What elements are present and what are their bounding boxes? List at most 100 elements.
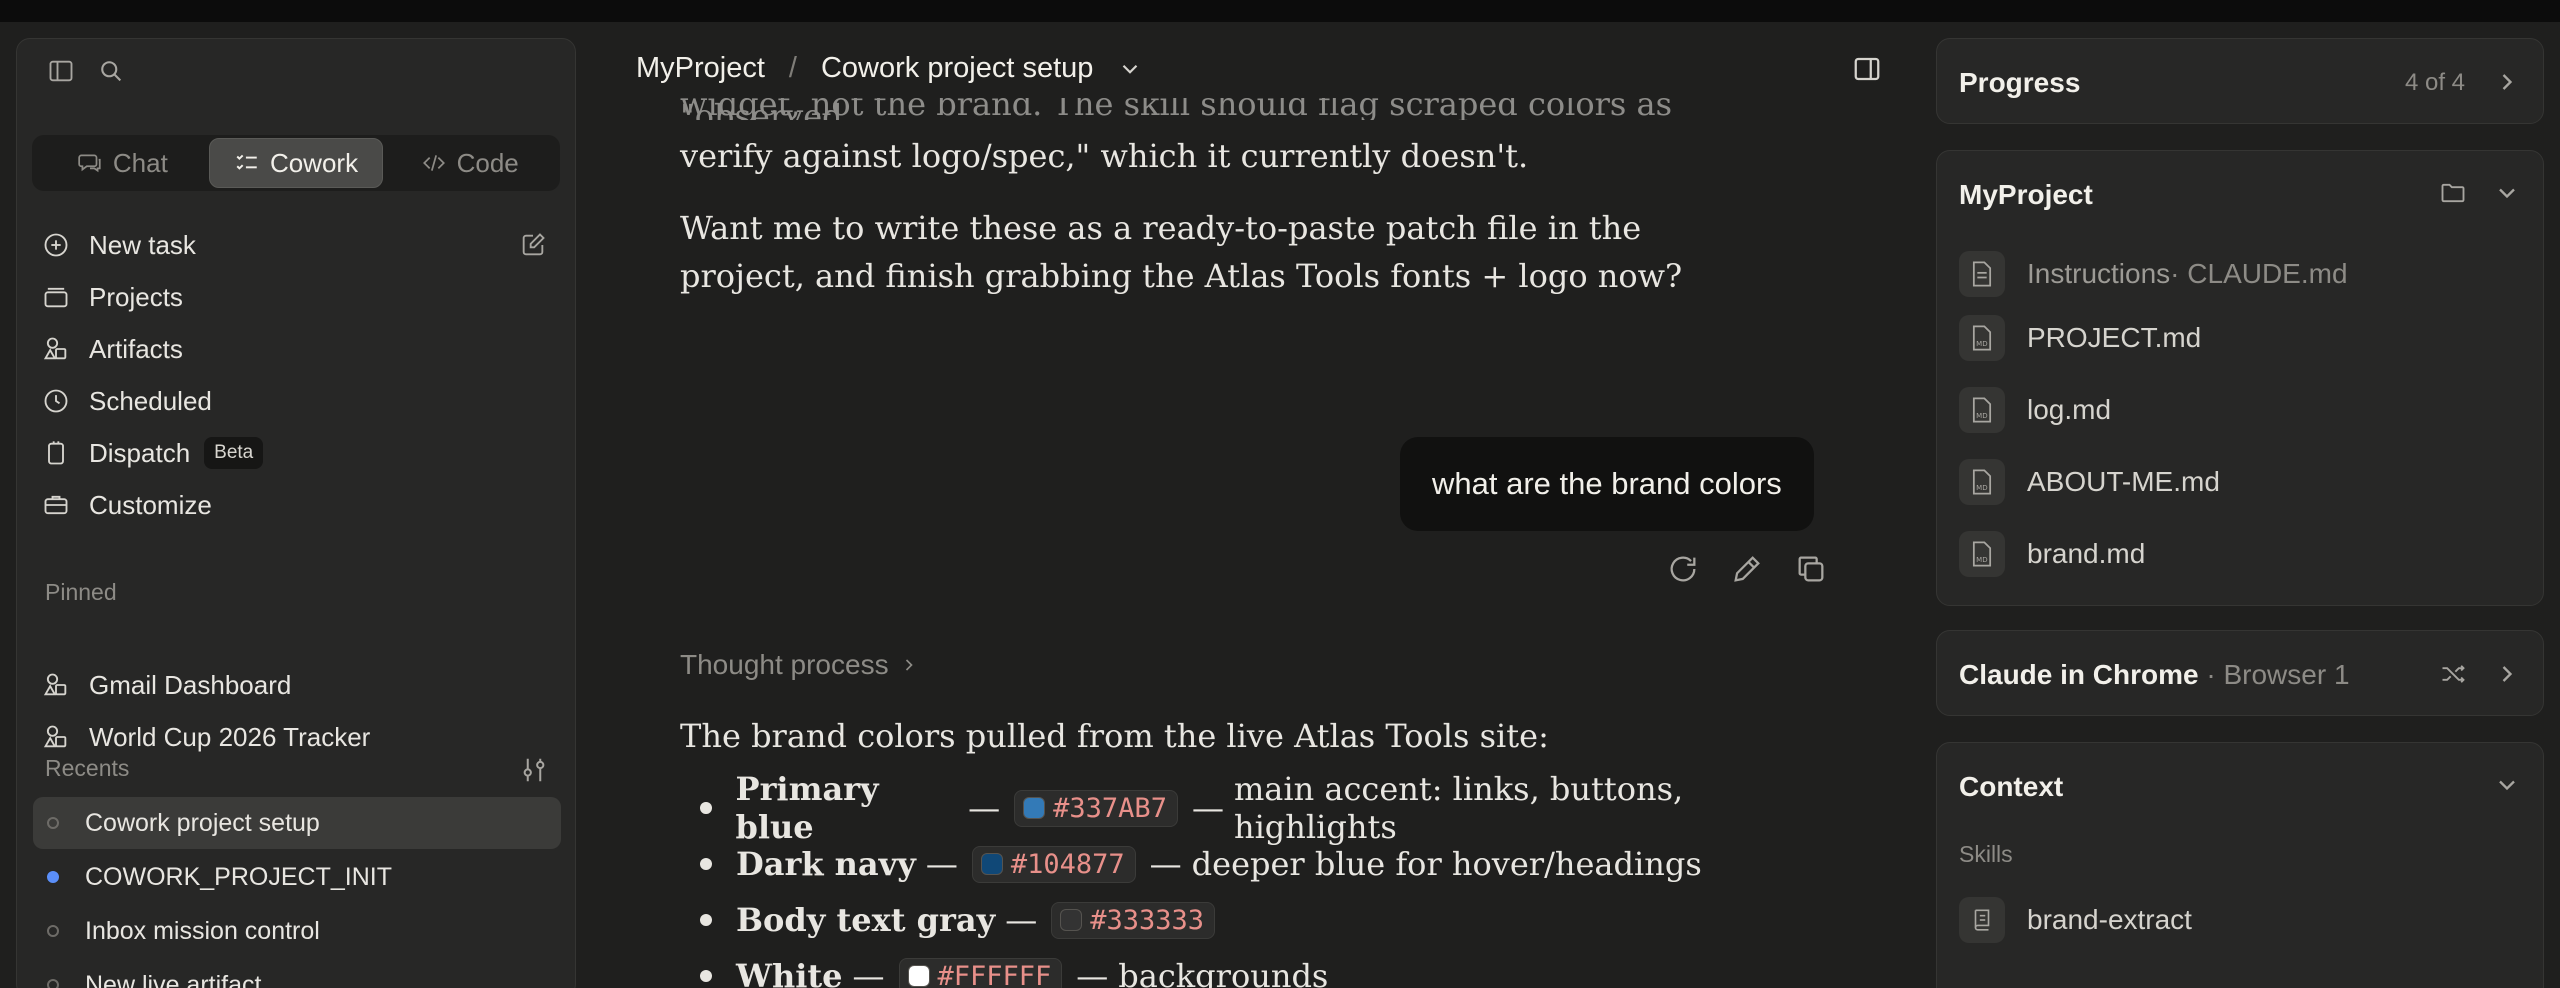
chat-icon bbox=[78, 154, 101, 173]
dash: — bbox=[1149, 845, 1182, 883]
tab-chat[interactable]: Chat bbox=[36, 138, 209, 188]
file-name: PROJECT.md bbox=[2027, 322, 2202, 353]
new-task-label: New task bbox=[89, 229, 196, 260]
window-top-bar bbox=[0, 0, 2560, 22]
sidebar: Chat Cowork Code New task Projects Artif… bbox=[16, 38, 576, 988]
file-sub: · CLAUDE.md bbox=[2170, 258, 2348, 289]
prev-message-cutoff: widget, not the brand. The skill should … bbox=[680, 98, 1673, 120]
new-task-button[interactable]: New task bbox=[41, 219, 561, 271]
list-item: Primary blue — #337AB7 — main accent: li… bbox=[680, 770, 1830, 846]
breadcrumb-project[interactable]: MyProject bbox=[636, 52, 765, 85]
file-item[interactable]: Instructions · CLAUDE.md bbox=[1959, 251, 2348, 297]
chat-main: MyProject / Cowork project setup widget,… bbox=[578, 22, 1928, 988]
search-icon[interactable] bbox=[97, 57, 125, 90]
thought-process-toggle[interactable]: Thought process bbox=[680, 649, 919, 681]
compose-icon[interactable] bbox=[519, 231, 547, 259]
progress-card[interactable]: Progress 4 of 4 bbox=[1936, 38, 2544, 124]
mode-switch: Chat Cowork Code bbox=[32, 135, 560, 191]
briefcase-icon bbox=[41, 490, 71, 520]
tab-chat-label: Chat bbox=[112, 147, 168, 178]
tab-cowork[interactable]: Cowork bbox=[208, 138, 384, 188]
chevron-down-icon[interactable] bbox=[1117, 56, 1143, 82]
skill-item[interactable]: brand-extract bbox=[1959, 897, 2192, 943]
shapes-icon bbox=[41, 722, 71, 752]
prev-message-text: verify against logo/spec," which it curr… bbox=[680, 137, 1529, 175]
scroll-icon bbox=[1959, 897, 2005, 943]
status-dot bbox=[47, 817, 59, 829]
sidebar-nav: New task Projects Artifacts Scheduled Di… bbox=[41, 219, 561, 531]
color-swatch bbox=[1060, 909, 1083, 931]
bullet bbox=[700, 970, 712, 982]
dash: — bbox=[1191, 789, 1224, 827]
recent-item[interactable]: COWORK_PROJECT_INIT bbox=[33, 851, 561, 903]
shapes-icon bbox=[41, 670, 71, 700]
file-item[interactable]: MD ABOUT-ME.md bbox=[1959, 459, 2220, 505]
folder-icon[interactable] bbox=[2439, 179, 2467, 207]
color-hex: #FFFFFF bbox=[937, 960, 1052, 988]
markdown-file-icon: MD bbox=[1959, 531, 2005, 577]
file-item[interactable]: MD log.md bbox=[1959, 387, 2111, 433]
recent-item[interactable]: Cowork project setup bbox=[33, 797, 561, 849]
color-code-chip: #333333 bbox=[1051, 901, 1215, 939]
breadcrumb-separator: / bbox=[788, 52, 797, 84]
sidebar-item-scheduled[interactable]: Scheduled bbox=[41, 375, 561, 427]
recent-item[interactable]: Inbox mission control bbox=[33, 905, 561, 957]
right-panel-toggle-icon[interactable] bbox=[1852, 54, 1882, 84]
file-item[interactable]: MD PROJECT.md bbox=[1959, 315, 2201, 361]
recent-item-label: COWORK_PROJECT_INIT bbox=[85, 862, 392, 891]
svg-text:MD: MD bbox=[1976, 412, 1987, 420]
file-name: log.md bbox=[2027, 394, 2112, 425]
breadcrumb-chat-title[interactable]: Cowork project setup bbox=[821, 52, 1093, 85]
chrome-card-title: Claude in Chrome · Browser 1 bbox=[1959, 659, 2350, 691]
prev-message-question: Want me to write these as a ready-to-pas… bbox=[680, 209, 1683, 295]
svg-text:MD: MD bbox=[1976, 556, 1987, 564]
sidebar-toggle-icon[interactable] bbox=[47, 57, 75, 90]
list-item: Body text gray — #333333 bbox=[680, 892, 1830, 948]
pinned-item[interactable]: Gmail Dashboard bbox=[41, 659, 561, 711]
pinned-item-label: Gmail Dashboard bbox=[89, 669, 292, 700]
color-code-chip: #FFFFFF bbox=[898, 957, 1063, 988]
tab-code[interactable]: Code bbox=[383, 138, 556, 188]
sidebar-top-icons bbox=[47, 57, 125, 90]
recent-item-label: Inbox mission control bbox=[85, 916, 320, 945]
brand-color-list: Primary blue — #337AB7 — main accent: li… bbox=[680, 770, 1830, 988]
skill-name: brand-extract bbox=[2027, 904, 2192, 935]
sidebar-item-customize[interactable]: Customize bbox=[41, 479, 561, 531]
color-code-chip: #337AB7 bbox=[1014, 789, 1178, 827]
message-actions bbox=[1666, 552, 1828, 586]
list-item: Dark navy — #104877 — deeper blue for ho… bbox=[680, 836, 1830, 892]
beta-badge: Beta bbox=[204, 437, 264, 469]
skills-label: Skills bbox=[1959, 841, 2013, 867]
edit-icon[interactable] bbox=[1730, 552, 1764, 586]
answer-intro: The brand colors pulled from the live At… bbox=[680, 717, 1549, 755]
sidebar-item-dispatch[interactable]: Dispatch Beta bbox=[41, 427, 561, 479]
code-icon bbox=[422, 155, 445, 171]
pinned-heading: Pinned bbox=[45, 579, 117, 605]
pinned-list: Gmail Dashboard World Cup 2026 Tracker bbox=[41, 659, 561, 763]
copy-icon[interactable] bbox=[1794, 552, 1828, 586]
chevron-down-icon[interactable] bbox=[2493, 179, 2521, 207]
progress-count: 4 of 4 bbox=[2404, 69, 2465, 96]
file-item[interactable]: MD brand.md bbox=[1959, 531, 2145, 577]
project-card-title: MyProject bbox=[1959, 179, 2093, 210]
svg-text:MD: MD bbox=[1976, 484, 1987, 492]
filter-icon[interactable] bbox=[519, 755, 549, 785]
color-hex: #104877 bbox=[1010, 848, 1125, 880]
sidebar-item-label: Artifacts bbox=[89, 333, 183, 364]
shuffle-icon[interactable] bbox=[2439, 660, 2467, 688]
chevron-right-icon bbox=[2502, 74, 2513, 90]
phone-icon bbox=[41, 438, 71, 468]
shapes-icon bbox=[41, 334, 71, 364]
sidebar-item-projects[interactable]: Projects bbox=[41, 271, 561, 323]
sidebar-item-artifacts[interactable]: Artifacts bbox=[41, 323, 561, 375]
chevron-down-icon[interactable] bbox=[2493, 771, 2521, 799]
recent-item[interactable]: New live artifact bbox=[33, 959, 561, 988]
recents-heading: Recents bbox=[45, 755, 130, 781]
recents-list: Cowork project setup COWORK_PROJECT_INIT… bbox=[33, 797, 561, 988]
dash: — bbox=[968, 789, 1001, 827]
chrome-card[interactable]: Claude in Chrome · Browser 1 bbox=[1936, 630, 2544, 716]
sidebar-item-label: Scheduled bbox=[89, 385, 212, 416]
chevron-right-icon bbox=[905, 659, 913, 671]
retry-icon[interactable] bbox=[1666, 552, 1700, 586]
thought-process-label: Thought process bbox=[680, 649, 889, 680]
